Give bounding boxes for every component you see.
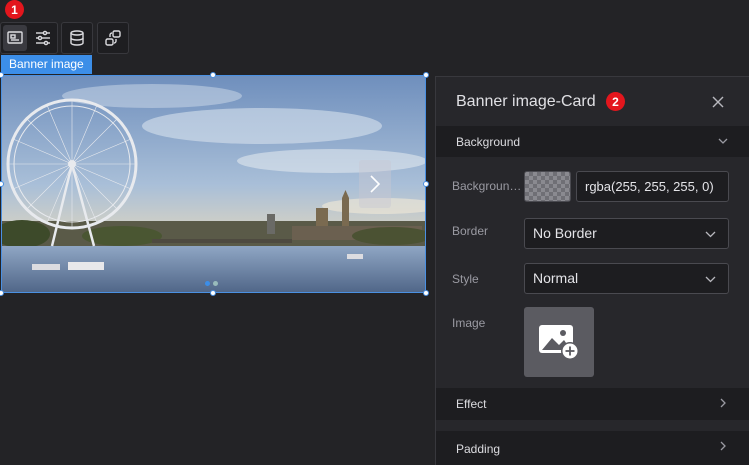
toolbar-group-data <box>61 22 93 54</box>
section-effect-label: Effect <box>456 397 487 411</box>
section-background-label: Background <box>456 134 521 149</box>
chevron-down-icon <box>705 276 716 283</box>
section-padding[interactable]: Padding <box>436 431 749 465</box>
slide-dot-active[interactable] <box>205 281 210 286</box>
banner-image[interactable] <box>1 75 426 293</box>
panel-title: Banner image-Card <box>456 93 596 111</box>
section-effect[interactable]: Effect <box>436 388 749 420</box>
link-tool-button[interactable] <box>100 25 126 51</box>
resize-handle-s[interactable] <box>210 290 216 296</box>
step-badge-2: 2 <box>606 92 625 111</box>
close-icon[interactable] <box>711 95 725 109</box>
link-swap-icon <box>105 30 121 46</box>
border-select[interactable]: No Border <box>524 218 729 249</box>
property-panel: Banner image-Card 2 Background Backgroun… <box>435 76 749 465</box>
banner-image-tool-button[interactable] <box>3 25 27 51</box>
resize-handle-n[interactable] <box>210 72 216 78</box>
chevron-down-icon <box>718 138 728 144</box>
border-label: Border <box>452 224 489 238</box>
style-select[interactable]: Normal <box>524 263 729 294</box>
chevron-right-icon <box>370 175 381 193</box>
step-badge-1: 1 <box>5 0 24 19</box>
image-upload-button[interactable] <box>524 307 594 377</box>
resize-handle-sw[interactable] <box>0 290 4 296</box>
style-label: Style <box>452 272 479 286</box>
slide-indicators <box>205 281 218 286</box>
chevron-right-icon <box>720 398 726 408</box>
panel-title-text: Banner image-Card <box>456 93 596 110</box>
toolbar-group-link <box>97 22 129 54</box>
next-slide-button[interactable] <box>359 160 391 208</box>
data-tool-button[interactable] <box>64 25 90 51</box>
resize-handle-ne[interactable] <box>423 72 429 78</box>
component-tag: Banner image <box>1 55 92 74</box>
slide-dot[interactable] <box>213 281 218 286</box>
sliders-icon <box>36 30 50 46</box>
style-select-value: Normal <box>533 270 579 286</box>
add-image-icon <box>539 325 579 360</box>
image-label: Image <box>452 316 486 330</box>
section-background[interactable]: Background <box>436 126 749 157</box>
resize-handle-se[interactable] <box>423 290 429 296</box>
section-padding-label: Padding <box>456 441 501 456</box>
settings-tool-button[interactable] <box>31 25 55 51</box>
background-color-label: Background color <box>452 179 522 193</box>
resize-handle-e[interactable] <box>423 181 429 187</box>
chevron-right-icon <box>720 441 726 451</box>
background-color-input[interactable]: rgba(255, 255, 255, 0) <box>576 171 729 202</box>
database-icon <box>70 30 84 46</box>
toolbar-group-main <box>0 22 58 54</box>
banner-image-icon <box>7 31 23 44</box>
background-color-swatch[interactable] <box>524 171 571 202</box>
border-select-value: No Border <box>533 225 597 241</box>
chevron-down-icon <box>705 231 716 238</box>
